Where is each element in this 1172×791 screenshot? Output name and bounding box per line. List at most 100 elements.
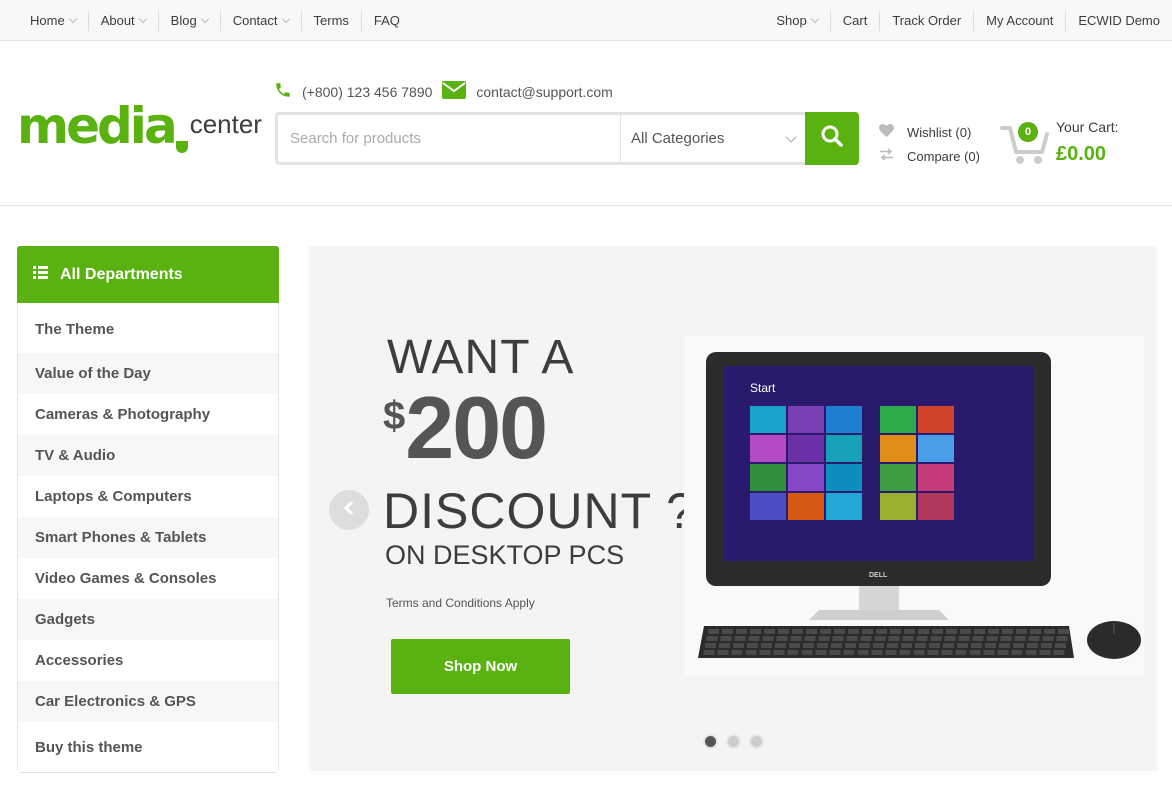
keyboard-key <box>1058 629 1069 634</box>
top-nav-about[interactable]: About <box>87 10 158 31</box>
screen-tile <box>880 406 916 433</box>
top-nav-cart[interactable]: Cart <box>829 10 880 31</box>
keyboard-key <box>1025 650 1037 655</box>
logo[interactable]: media center <box>17 97 262 153</box>
keyboard-key <box>969 650 981 655</box>
sidebar-item-the-theme[interactable]: The Theme <box>18 303 278 353</box>
top-nav-blog[interactable]: Blog <box>157 10 220 31</box>
keyboard-key <box>1016 629 1027 634</box>
keyboard-key <box>985 643 996 648</box>
slider-dots <box>703 734 772 749</box>
keyboard-key <box>762 636 774 641</box>
top-nav-contact[interactable]: Contact <box>219 10 301 31</box>
search-input[interactable] <box>278 115 620 162</box>
compare-icon <box>879 148 907 164</box>
keyboard-key <box>773 650 785 655</box>
keyboard-key <box>787 650 799 655</box>
top-nav-terms[interactable]: Terms <box>300 10 361 31</box>
keyboard-key <box>1013 643 1024 648</box>
desktop-pc-image: Start DELL <box>684 336 1144 676</box>
compare-link[interactable]: Compare (0) <box>879 144 980 168</box>
nav-label: About <box>100 13 135 28</box>
keyboard-key <box>943 643 954 648</box>
slider-dot-1[interactable] <box>703 734 718 749</box>
sidebar-item-gadgets[interactable]: Gadgets <box>18 599 278 640</box>
keyboard-key <box>983 650 995 655</box>
sidebar-item-buy-this-theme[interactable]: Buy this theme <box>18 722 278 772</box>
search-bar: All Categories <box>275 112 859 165</box>
sidebar-item-laptops-computers[interactable]: Laptops & Computers <box>18 476 278 517</box>
keyboard-key <box>776 636 788 641</box>
keyboard-key <box>1027 643 1038 648</box>
keyboard-key <box>745 650 757 655</box>
departments-list: The Theme Value of the Day Cameras & Photo… <box>18 303 278 772</box>
keyboard-key <box>708 629 719 634</box>
keyboard-key <box>859 643 870 648</box>
top-nav-my-account[interactable]: My Account <box>973 10 1065 31</box>
sidebar-item-value-of-the-day[interactable]: Value of the Day <box>18 353 278 394</box>
contact-info: (+800) 123 456 7890 contact@support.com <box>274 81 623 102</box>
top-nav-track-order[interactable]: Track Order <box>879 10 973 31</box>
slider-dot-2[interactable] <box>726 734 741 749</box>
departments-header[interactable]: All Departments <box>17 246 279 303</box>
keyboard-key <box>888 636 900 641</box>
keyboard-key <box>918 629 929 634</box>
screen-tile <box>826 464 862 491</box>
keyboard-key <box>734 636 746 641</box>
keyboard-key <box>971 643 982 648</box>
keyboard-key <box>750 629 761 634</box>
keyboard-key <box>871 650 883 655</box>
sidebar-item-video-games-consoles[interactable]: Video Games & Consoles <box>18 558 278 599</box>
slider-prev-button[interactable] <box>329 490 369 530</box>
sidebar-item-cameras-photography[interactable]: Cameras & Photography <box>18 394 278 435</box>
sidebar-item-smart-phones-tablets[interactable]: Smart Phones & Tablets <box>18 517 278 558</box>
category-select[interactable]: All Categories <box>620 115 805 162</box>
sidebar-item-car-electronics-gps[interactable]: Car Electronics & GPS <box>18 681 278 722</box>
keyboard-key <box>1039 650 1051 655</box>
keyboard-key <box>887 643 898 648</box>
keyboard-key <box>706 636 718 641</box>
screen-tile <box>918 493 954 520</box>
wishlist-link[interactable]: Wishlist (0) <box>879 120 980 144</box>
keyboard-key <box>901 643 912 648</box>
email-icon <box>442 81 476 102</box>
top-nav-ecwid-demo[interactable]: ECWID Demo <box>1065 10 1172 31</box>
keyboard-key <box>720 636 732 641</box>
sidebar-item-accessories[interactable]: Accessories <box>18 640 278 681</box>
keyboard-key <box>722 629 733 634</box>
cart-label: Your Cart: <box>1056 119 1119 135</box>
top-nav-shop[interactable]: Shop <box>764 11 829 31</box>
top-nav-faq[interactable]: FAQ <box>360 10 412 31</box>
keyboard-key <box>761 643 772 648</box>
mini-cart[interactable]: 0 Your Cart: £0.00 <box>1000 118 1119 166</box>
screen-tile <box>918 464 954 491</box>
cart-icon: 0 <box>1000 118 1052 166</box>
sidebar-item-tv-audio[interactable]: TV & Audio <box>18 435 278 476</box>
slider-dot-3[interactable] <box>749 734 764 749</box>
category-select-value: All Categories <box>631 130 725 147</box>
chevron-down-icon <box>138 14 147 24</box>
chevron-left-icon <box>343 500 355 520</box>
keyboard-key <box>815 650 827 655</box>
keyboard-key <box>1014 636 1026 641</box>
email-address[interactable]: contact@support.com <box>476 84 612 100</box>
departments-title: All Departments <box>60 265 183 283</box>
chevron-down-icon <box>785 130 797 143</box>
keyboard-key <box>792 629 803 634</box>
keyboard-key <box>957 643 968 648</box>
keyboard-key <box>941 650 953 655</box>
keyboard-key <box>1056 636 1068 641</box>
keyboard-key <box>845 643 856 648</box>
hero-terms: Terms and Conditions Apply <box>386 596 535 610</box>
screen-tile <box>788 464 824 491</box>
hero-currency: $ <box>383 394 406 438</box>
email-info: contact@support.com <box>442 81 613 102</box>
keyboard-key <box>719 643 730 648</box>
top-nav-home[interactable]: Home <box>18 11 88 31</box>
keyboard-key <box>986 636 998 641</box>
keyboard-key <box>874 636 886 641</box>
keyboard-key <box>999 643 1010 648</box>
shop-now-button[interactable]: Shop Now <box>391 639 570 694</box>
hero-amount-value: 200 <box>405 378 548 477</box>
search-button[interactable] <box>805 112 859 165</box>
